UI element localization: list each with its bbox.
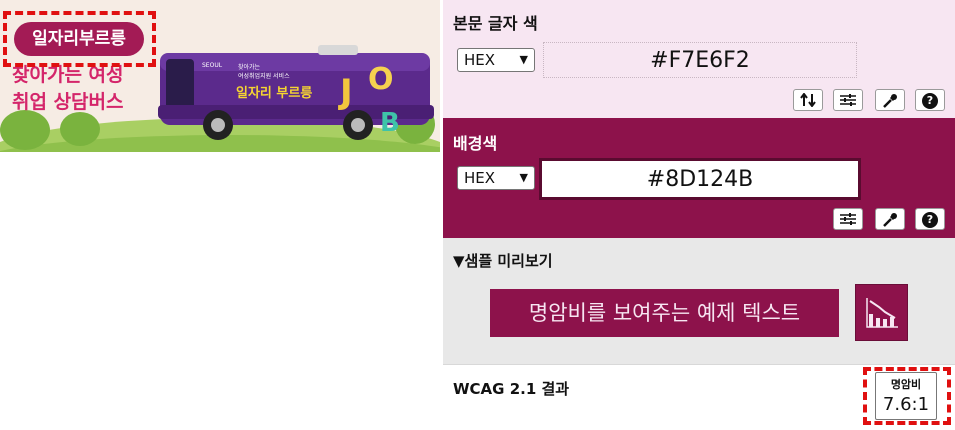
banner-bush (0, 110, 50, 150)
background-color-eyedropper-button[interactable] (875, 208, 905, 230)
background-color-hex-input[interactable]: #8D124B (539, 158, 861, 200)
swap-vertical-icon (800, 93, 816, 107)
background-color-section: 배경색 HEX ▼ #8D124B ? (443, 118, 955, 238)
sample-text: 명암비를 보여주는 예제 텍스트 (490, 289, 839, 337)
sample-preview-section: ▼샘플 미리보기 명암비를 보여주는 예제 텍스트 (443, 238, 955, 364)
background-color-title: 배경색 (453, 134, 498, 153)
sliders-icon (840, 94, 856, 106)
contrast-graph-button[interactable] (855, 284, 908, 341)
bus-brand: 일자리 부르릉 (236, 85, 312, 101)
ratio-highlight (863, 367, 951, 425)
format-value: HEX (464, 51, 496, 69)
bus-logo-text: SEOUL (202, 62, 223, 69)
wcag-result-section: WCAG 2.1 결과 명암비 7.6:1 (443, 364, 955, 430)
bus-illustration: SEOUL 찾아가는 여성취업지원 서비스 일자리 부르릉 J O B (158, 45, 434, 140)
banner-slogan: 찾아가는 여성 취업 상담버스 (12, 62, 157, 116)
swap-colors-button[interactable] (793, 89, 823, 111)
eyedropper-icon (883, 94, 897, 108)
text-color-adjust-button[interactable] (833, 89, 863, 111)
job-letter: B (380, 108, 400, 138)
bus-caption: 찾아가는 (238, 63, 261, 71)
format-value: HEX (464, 169, 496, 187)
chevron-down-icon: ▼ (519, 53, 528, 66)
text-color-section: 본문 글자 색 HEX ▼ #F7E6F2 ? (443, 0, 955, 118)
banner-bush (60, 112, 100, 146)
chevron-down-icon: ▼ (519, 171, 528, 184)
wcag-result-title: WCAG 2.1 결과 (453, 380, 570, 398)
text-color-format-select[interactable]: HEX ▼ (457, 48, 535, 72)
sliders-icon (840, 213, 856, 225)
sample-preview-toggle[interactable]: ▼샘플 미리보기 (453, 250, 553, 271)
background-color-adjust-button[interactable] (833, 208, 863, 230)
job-letter: J (338, 72, 353, 112)
badge-highlight (3, 11, 156, 67)
help-icon: ? (922, 212, 938, 228)
text-color-hex-input[interactable]: #F7E6F2 (543, 42, 857, 78)
eyedropper-icon (883, 213, 897, 227)
text-color-eyedropper-button[interactable] (875, 89, 905, 111)
bus-caption: 여성취업지원 서비스 (238, 72, 290, 80)
contrast-checker-panel: 본문 글자 색 HEX ▼ #F7E6F2 ? 배경색 HEX ▼ #8D124… (443, 0, 955, 430)
text-color-title: 본문 글자 색 (453, 14, 538, 33)
text-color-help-button[interactable]: ? (915, 89, 945, 111)
help-icon: ? (922, 93, 938, 109)
slogan-line: 취업 상담버스 (12, 91, 124, 113)
chart-icon (865, 298, 898, 328)
background-color-format-select[interactable]: HEX ▼ (457, 166, 535, 190)
background-color-help-button[interactable]: ? (915, 208, 945, 230)
job-letter: O (368, 62, 394, 97)
